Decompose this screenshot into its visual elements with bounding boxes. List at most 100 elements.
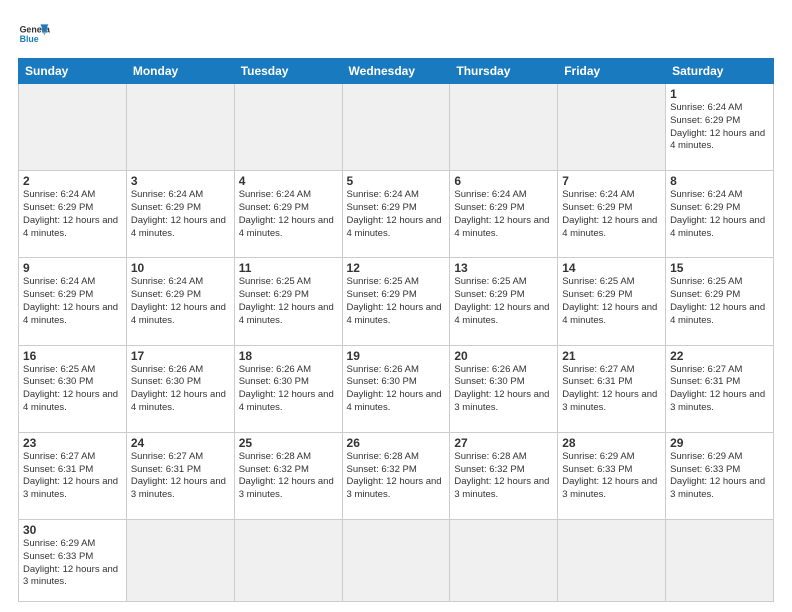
svg-text:Blue: Blue (20, 34, 39, 44)
day-info: Sunrise: 6:25 AM Sunset: 6:30 PM Dayligh… (23, 364, 122, 415)
calendar-cell: 19Sunrise: 6:26 AM Sunset: 6:30 PM Dayli… (342, 345, 450, 432)
calendar-cell: 20Sunrise: 6:26 AM Sunset: 6:30 PM Dayli… (450, 345, 558, 432)
day-info: Sunrise: 6:25 AM Sunset: 6:29 PM Dayligh… (347, 276, 446, 327)
day-number: 24 (131, 436, 230, 450)
logo-icon: General Blue (18, 18, 50, 50)
day-number: 30 (23, 523, 122, 537)
day-number: 23 (23, 436, 122, 450)
calendar-cell: 7Sunrise: 6:24 AM Sunset: 6:29 PM Daylig… (558, 171, 666, 258)
day-info: Sunrise: 6:24 AM Sunset: 6:29 PM Dayligh… (23, 276, 122, 327)
day-info: Sunrise: 6:24 AM Sunset: 6:29 PM Dayligh… (454, 189, 553, 240)
day-number: 27 (454, 436, 553, 450)
day-number: 8 (670, 174, 769, 188)
day-info: Sunrise: 6:27 AM Sunset: 6:31 PM Dayligh… (670, 364, 769, 415)
day-info: Sunrise: 6:24 AM Sunset: 6:29 PM Dayligh… (23, 189, 122, 240)
day-number: 9 (23, 261, 122, 275)
col-header-monday: Monday (126, 59, 234, 84)
day-info: Sunrise: 6:27 AM Sunset: 6:31 PM Dayligh… (23, 451, 122, 502)
day-info: Sunrise: 6:29 AM Sunset: 6:33 PM Dayligh… (562, 451, 661, 502)
day-info: Sunrise: 6:25 AM Sunset: 6:29 PM Dayligh… (239, 276, 338, 327)
col-header-friday: Friday (558, 59, 666, 84)
calendar-cell: 4Sunrise: 6:24 AM Sunset: 6:29 PM Daylig… (234, 171, 342, 258)
calendar-cell: 3Sunrise: 6:24 AM Sunset: 6:29 PM Daylig… (126, 171, 234, 258)
calendar-cell: 25Sunrise: 6:28 AM Sunset: 6:32 PM Dayli… (234, 432, 342, 519)
day-number: 21 (562, 349, 661, 363)
day-info: Sunrise: 6:24 AM Sunset: 6:29 PM Dayligh… (131, 276, 230, 327)
calendar-cell: 9Sunrise: 6:24 AM Sunset: 6:29 PM Daylig… (19, 258, 127, 345)
calendar-cell: 26Sunrise: 6:28 AM Sunset: 6:32 PM Dayli… (342, 432, 450, 519)
calendar-cell (342, 520, 450, 602)
col-header-tuesday: Tuesday (234, 59, 342, 84)
calendar-table: SundayMondayTuesdayWednesdayThursdayFrid… (18, 58, 774, 602)
calendar-cell: 11Sunrise: 6:25 AM Sunset: 6:29 PM Dayli… (234, 258, 342, 345)
day-info: Sunrise: 6:27 AM Sunset: 6:31 PM Dayligh… (562, 364, 661, 415)
day-number: 14 (562, 261, 661, 275)
day-number: 12 (347, 261, 446, 275)
day-number: 18 (239, 349, 338, 363)
calendar-cell: 23Sunrise: 6:27 AM Sunset: 6:31 PM Dayli… (19, 432, 127, 519)
calendar-cell (558, 520, 666, 602)
calendar-cell: 30Sunrise: 6:29 AM Sunset: 6:33 PM Dayli… (19, 520, 127, 602)
day-number: 5 (347, 174, 446, 188)
calendar-cell (450, 520, 558, 602)
day-number: 19 (347, 349, 446, 363)
calendar-cell: 16Sunrise: 6:25 AM Sunset: 6:30 PM Dayli… (19, 345, 127, 432)
calendar-cell (126, 84, 234, 171)
day-info: Sunrise: 6:28 AM Sunset: 6:32 PM Dayligh… (454, 451, 553, 502)
day-info: Sunrise: 6:25 AM Sunset: 6:29 PM Dayligh… (670, 276, 769, 327)
calendar-cell: 6Sunrise: 6:24 AM Sunset: 6:29 PM Daylig… (450, 171, 558, 258)
calendar-cell (342, 84, 450, 171)
day-info: Sunrise: 6:26 AM Sunset: 6:30 PM Dayligh… (131, 364, 230, 415)
calendar-cell: 27Sunrise: 6:28 AM Sunset: 6:32 PM Dayli… (450, 432, 558, 519)
day-number: 22 (670, 349, 769, 363)
day-number: 20 (454, 349, 553, 363)
col-header-wednesday: Wednesday (342, 59, 450, 84)
day-number: 3 (131, 174, 230, 188)
calendar-cell (558, 84, 666, 171)
day-number: 17 (131, 349, 230, 363)
calendar-cell (450, 84, 558, 171)
calendar-cell: 24Sunrise: 6:27 AM Sunset: 6:31 PM Dayli… (126, 432, 234, 519)
day-info: Sunrise: 6:28 AM Sunset: 6:32 PM Dayligh… (347, 451, 446, 502)
day-info: Sunrise: 6:24 AM Sunset: 6:29 PM Dayligh… (239, 189, 338, 240)
calendar-cell: 14Sunrise: 6:25 AM Sunset: 6:29 PM Dayli… (558, 258, 666, 345)
calendar-cell: 17Sunrise: 6:26 AM Sunset: 6:30 PM Dayli… (126, 345, 234, 432)
day-number: 2 (23, 174, 122, 188)
col-header-thursday: Thursday (450, 59, 558, 84)
day-number: 4 (239, 174, 338, 188)
logo: General Blue (18, 18, 50, 50)
day-info: Sunrise: 6:26 AM Sunset: 6:30 PM Dayligh… (239, 364, 338, 415)
day-number: 6 (454, 174, 553, 188)
calendar-cell: 5Sunrise: 6:24 AM Sunset: 6:29 PM Daylig… (342, 171, 450, 258)
calendar-cell (234, 520, 342, 602)
calendar-cell: 1Sunrise: 6:24 AM Sunset: 6:29 PM Daylig… (666, 84, 774, 171)
calendar-cell: 8Sunrise: 6:24 AM Sunset: 6:29 PM Daylig… (666, 171, 774, 258)
day-info: Sunrise: 6:24 AM Sunset: 6:29 PM Dayligh… (347, 189, 446, 240)
header: General Blue (18, 18, 774, 50)
day-number: 15 (670, 261, 769, 275)
day-number: 1 (670, 87, 769, 101)
page: General Blue SundayMondayTuesdayWednesda… (0, 0, 792, 612)
day-info: Sunrise: 6:24 AM Sunset: 6:29 PM Dayligh… (670, 189, 769, 240)
calendar-cell: 29Sunrise: 6:29 AM Sunset: 6:33 PM Dayli… (666, 432, 774, 519)
day-number: 26 (347, 436, 446, 450)
day-number: 16 (23, 349, 122, 363)
day-number: 28 (562, 436, 661, 450)
day-info: Sunrise: 6:27 AM Sunset: 6:31 PM Dayligh… (131, 451, 230, 502)
col-header-saturday: Saturday (666, 59, 774, 84)
day-number: 25 (239, 436, 338, 450)
day-info: Sunrise: 6:26 AM Sunset: 6:30 PM Dayligh… (454, 364, 553, 415)
day-number: 10 (131, 261, 230, 275)
calendar-cell: 2Sunrise: 6:24 AM Sunset: 6:29 PM Daylig… (19, 171, 127, 258)
day-info: Sunrise: 6:29 AM Sunset: 6:33 PM Dayligh… (23, 538, 122, 589)
day-info: Sunrise: 6:24 AM Sunset: 6:29 PM Dayligh… (562, 189, 661, 240)
day-number: 29 (670, 436, 769, 450)
calendar-cell: 13Sunrise: 6:25 AM Sunset: 6:29 PM Dayli… (450, 258, 558, 345)
col-header-sunday: Sunday (19, 59, 127, 84)
calendar-cell: 15Sunrise: 6:25 AM Sunset: 6:29 PM Dayli… (666, 258, 774, 345)
day-info: Sunrise: 6:28 AM Sunset: 6:32 PM Dayligh… (239, 451, 338, 502)
calendar-cell: 10Sunrise: 6:24 AM Sunset: 6:29 PM Dayli… (126, 258, 234, 345)
day-info: Sunrise: 6:29 AM Sunset: 6:33 PM Dayligh… (670, 451, 769, 502)
calendar-cell (234, 84, 342, 171)
day-info: Sunrise: 6:26 AM Sunset: 6:30 PM Dayligh… (347, 364, 446, 415)
